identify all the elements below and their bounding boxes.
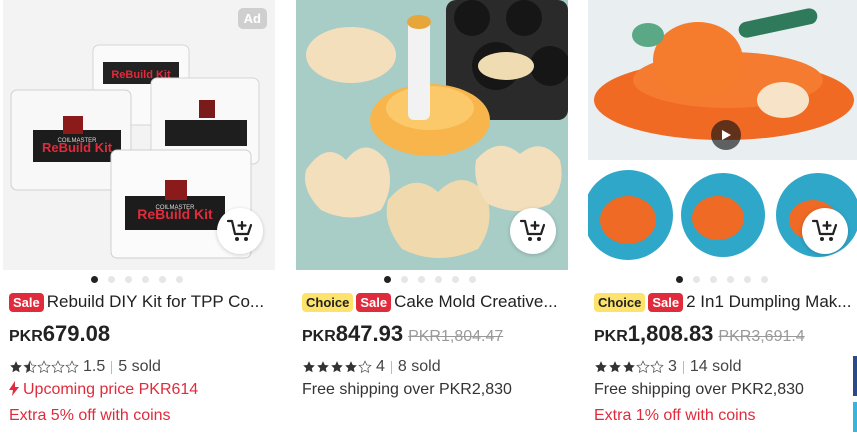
- star-empty-icon: [37, 360, 51, 374]
- sale-tag: Sale: [648, 292, 684, 312]
- carousel-dot[interactable]: [744, 276, 751, 283]
- star-empty-icon: [636, 360, 650, 374]
- carousel-dot[interactable]: [125, 276, 132, 283]
- carousel-dot[interactable]: [435, 276, 442, 283]
- rating-row: 3 14 sold: [594, 357, 742, 377]
- carousel-dot[interactable]: [676, 276, 683, 283]
- carousel-dot[interactable]: [418, 276, 425, 283]
- product-title-row[interactable]: Choice Sale Cake Mold Creative...: [302, 291, 568, 313]
- product-title-row[interactable]: Sale Rebuild DIY Kit for TPP Co...: [9, 291, 275, 313]
- carousel-dot[interactable]: [693, 276, 700, 283]
- original-price: PKR3,691.4: [718, 328, 805, 345]
- upcoming-price: Upcoming price PKR614: [9, 381, 198, 399]
- currency: PKR: [302, 328, 336, 345]
- product-image[interactable]: [588, 0, 857, 270]
- coins-discount: Extra 5% off with coins: [9, 407, 171, 424]
- product-title[interactable]: Cake Mold Creative...: [394, 292, 557, 312]
- price: 1,808.83: [627, 321, 714, 346]
- star-icon: [595, 361, 607, 373]
- carousel-dots: [588, 276, 857, 284]
- sold-count: 5 sold: [118, 358, 161, 375]
- rating-stars: [302, 360, 372, 374]
- edge-decoration: [853, 402, 857, 432]
- divider: [111, 360, 113, 374]
- sold-count: 14 sold: [689, 358, 742, 375]
- star-icon: [345, 361, 357, 373]
- price-row: PKR 679.08: [9, 321, 110, 349]
- shipping-info: Free shipping over PKR2,830: [302, 381, 512, 398]
- carousel-dot[interactable]: [727, 276, 734, 283]
- sale-tag: Sale: [356, 292, 392, 312]
- rating-stars: [594, 360, 664, 374]
- star-empty-icon: [358, 360, 372, 374]
- rating-stars: [9, 360, 79, 374]
- product-title[interactable]: 2 In1 Dumpling Mak...: [686, 292, 851, 312]
- star-icon: [10, 361, 22, 373]
- price: 847.93: [335, 321, 404, 346]
- price-row: PKR 847.93 PKR1,804.47: [302, 321, 503, 349]
- star-icon: [623, 361, 635, 373]
- edge-decoration: [853, 356, 857, 396]
- star-icon: [331, 361, 343, 373]
- coins-discount: Extra 1% off with coins: [594, 407, 756, 424]
- star-empty-icon: [650, 360, 664, 374]
- add-to-cart-button[interactable]: [510, 208, 556, 254]
- carousel-dot[interactable]: [452, 276, 459, 283]
- carousel-dot[interactable]: [176, 276, 183, 283]
- product-title[interactable]: Rebuild DIY Kit for TPP Co...: [47, 292, 264, 312]
- play-icon: [722, 130, 731, 140]
- carousel-dot[interactable]: [710, 276, 717, 283]
- add-to-cart-button[interactable]: [802, 208, 848, 254]
- choice-tag: Choice: [594, 292, 646, 312]
- rating-value: 4: [376, 358, 385, 375]
- product-image[interactable]: ReBuild Kit ReBuild Kit COILMASTER ReBui…: [3, 0, 275, 270]
- carousel-dot[interactable]: [142, 276, 149, 283]
- product-card[interactable]: Choice Sale 2 In1 Dumpling Mak... PKR 1,…: [588, 0, 857, 435]
- divider: [390, 360, 392, 374]
- star-half-icon: [23, 360, 37, 374]
- lightning-icon: [9, 381, 19, 396]
- carousel-dot[interactable]: [761, 276, 768, 283]
- ad-badge: Ad: [237, 8, 267, 29]
- svg-text:COILMASTER: COILMASTER: [155, 205, 195, 211]
- original-price: PKR1,804.47: [408, 328, 504, 345]
- rating-value: 1.5: [83, 358, 106, 375]
- star-empty-icon: [51, 360, 65, 374]
- add-to-cart-button[interactable]: [217, 208, 263, 254]
- star-icon: [609, 361, 621, 373]
- currency: PKR: [9, 328, 43, 345]
- play-video-button[interactable]: [711, 120, 741, 150]
- upcoming-price-text: Upcoming price PKR614: [23, 381, 199, 398]
- rating-value: 3: [668, 358, 677, 375]
- sold-count: 8 sold: [397, 358, 441, 375]
- star-icon: [317, 361, 329, 373]
- product-card[interactable]: Choice Sale Cake Mold Creative... PKR 84…: [296, 0, 568, 435]
- star-icon: [303, 361, 315, 373]
- carousel-dot[interactable]: [401, 276, 408, 283]
- product-title-row[interactable]: Choice Sale 2 In1 Dumpling Mak...: [594, 291, 857, 313]
- currency: PKR: [594, 328, 628, 345]
- sale-tag: Sale: [9, 292, 44, 312]
- carousel-dot[interactable]: [91, 276, 98, 283]
- svg-text:COILMASTER: COILMASTER: [57, 138, 97, 144]
- choice-tag: Choice: [302, 292, 354, 312]
- rating-row: 1.5 5 sold: [9, 357, 161, 377]
- product-card[interactable]: ReBuild Kit ReBuild Kit COILMASTER ReBui…: [3, 0, 275, 435]
- carousel-dots: [3, 276, 275, 284]
- price-row: PKR 1,808.83 PKR3,691.4: [594, 321, 805, 349]
- carousel-dot[interactable]: [108, 276, 115, 283]
- rating-row: 4 8 sold: [302, 357, 441, 377]
- add-to-cart-icon: [811, 219, 838, 241]
- star-empty-icon: [65, 360, 79, 374]
- add-to-cart-icon: [226, 219, 253, 241]
- price: 679.08: [42, 321, 111, 346]
- carousel-dot[interactable]: [469, 276, 476, 283]
- carousel-dot[interactable]: [384, 276, 391, 283]
- carousel-dots: [296, 276, 568, 284]
- product-image[interactable]: [296, 0, 568, 270]
- carousel-dot[interactable]: [159, 276, 166, 283]
- divider: [682, 360, 684, 374]
- shipping-info: Free shipping over PKR2,830: [594, 381, 804, 398]
- add-to-cart-icon: [519, 219, 546, 241]
